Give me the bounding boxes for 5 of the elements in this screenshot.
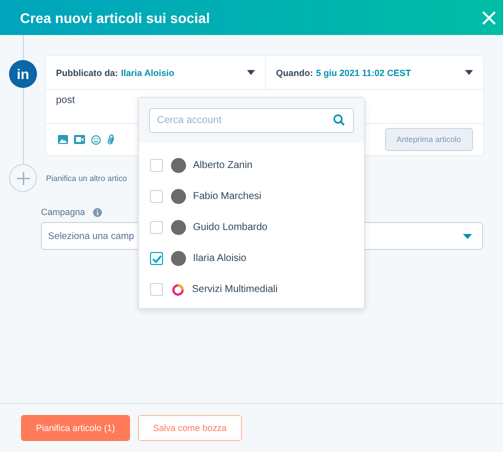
campaign-label: Campagna <box>41 207 86 217</box>
window-title: Crea nuovi articoli sui social <box>20 10 210 26</box>
linkedin-icon: in <box>9 60 37 88</box>
schedule-label: Quando: <box>276 68 313 78</box>
publisher-label: Pubblicato da: <box>56 68 118 78</box>
